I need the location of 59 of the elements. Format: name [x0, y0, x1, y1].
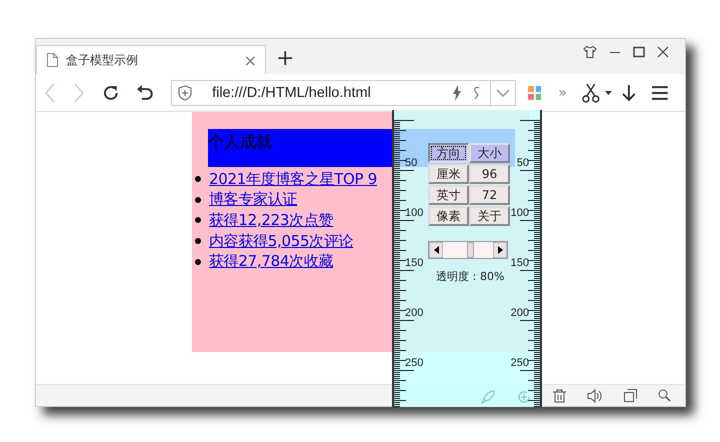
bullet-icon: [195, 238, 201, 244]
chevron-icon: [496, 88, 510, 96]
link[interactable]: 内容获得5,055次评论: [209, 232, 354, 251]
scissors-icon[interactable]: [580, 82, 601, 102]
bullet-icon: [195, 176, 201, 182]
shirt-icon[interactable]: [583, 46, 597, 58]
link[interactable]: 获得27,784次收藏: [209, 252, 334, 272]
maximize-icon[interactable]: [633, 46, 645, 58]
bullet-icon: [195, 196, 201, 203]
link[interactable]: 2021年度博客之星TOP 9: [209, 170, 378, 189]
ruler-button[interactable]: 大小: [469, 143, 510, 163]
caret-icon[interactable]: [604, 90, 612, 94]
menu-icon[interactable]: [652, 86, 668, 100]
new-tab-button[interactable]: +: [276, 46, 294, 72]
more-button[interactable]: »: [558, 84, 567, 100]
ruler-label: 200: [510, 306, 529, 320]
ruler-label: 250: [405, 356, 424, 370]
trash-icon[interactable]: [553, 388, 566, 402]
refresh-icon[interactable]: [517, 390, 531, 404]
slider-thumb[interactable]: [466, 242, 474, 258]
bullet-icon: [195, 258, 201, 265]
browser-tab[interactable]: 盒子模型示例 ×: [36, 45, 266, 74]
reload-icon[interactable]: [102, 84, 120, 102]
lightning-icon[interactable]: [452, 84, 462, 100]
link[interactable]: 获得12,223次点赞: [209, 210, 334, 230]
ruler-button[interactable]: 像素: [428, 206, 469, 226]
close-tab-button[interactable]: ×: [244, 50, 257, 70]
grid-icon[interactable]: [528, 86, 542, 100]
ruler-label: 100: [405, 206, 424, 220]
close-icon[interactable]: [657, 46, 669, 58]
ruler-button[interactable]: 关于: [469, 206, 510, 226]
ruler-label: 50: [405, 156, 418, 170]
shield-icon: [178, 84, 192, 100]
ruler-button[interactable]: 方向: [428, 143, 469, 163]
undo-icon[interactable]: [136, 84, 154, 102]
opacity-slider[interactable]: [428, 241, 508, 259]
opacity-label: 透明度：80%: [436, 269, 504, 284]
document-icon: [47, 53, 58, 67]
tab-title: 盒子模型示例: [66, 52, 139, 68]
ruler-label: 200: [405, 306, 424, 320]
ruler-label: 100: [510, 206, 529, 220]
ruler-label: 150: [405, 256, 424, 270]
ruler-panel[interactable]: 50 100 150 200 250 50 100 150 200 250 方向 大小 厘米 96 英寸 72 像素 关于 透明度：80%: [392, 110, 542, 407]
speaker-icon[interactable]: [587, 388, 603, 402]
bullet-icon: [195, 217, 201, 224]
ruler-button[interactable]: 英寸: [428, 185, 469, 205]
search-icon[interactable]: [658, 389, 671, 402]
left-arrow-icon: [434, 246, 438, 254]
ruler-label: 250: [510, 356, 529, 370]
ruler-button[interactable]: 厘米: [428, 164, 469, 184]
address-field[interactable]: file:///D:/HTML/hello.html: [171, 80, 516, 106]
window-icon[interactable]: [624, 389, 637, 402]
ruler-button[interactable]: 96: [469, 164, 510, 184]
right-arrow-icon: [498, 246, 502, 254]
link[interactable]: 博客专家认证: [209, 190, 298, 210]
ruler-label: 50: [516, 156, 529, 170]
download-icon[interactable]: [622, 84, 636, 102]
ruler-label: 150: [510, 256, 529, 270]
ruler-button[interactable]: 72: [469, 185, 510, 205]
